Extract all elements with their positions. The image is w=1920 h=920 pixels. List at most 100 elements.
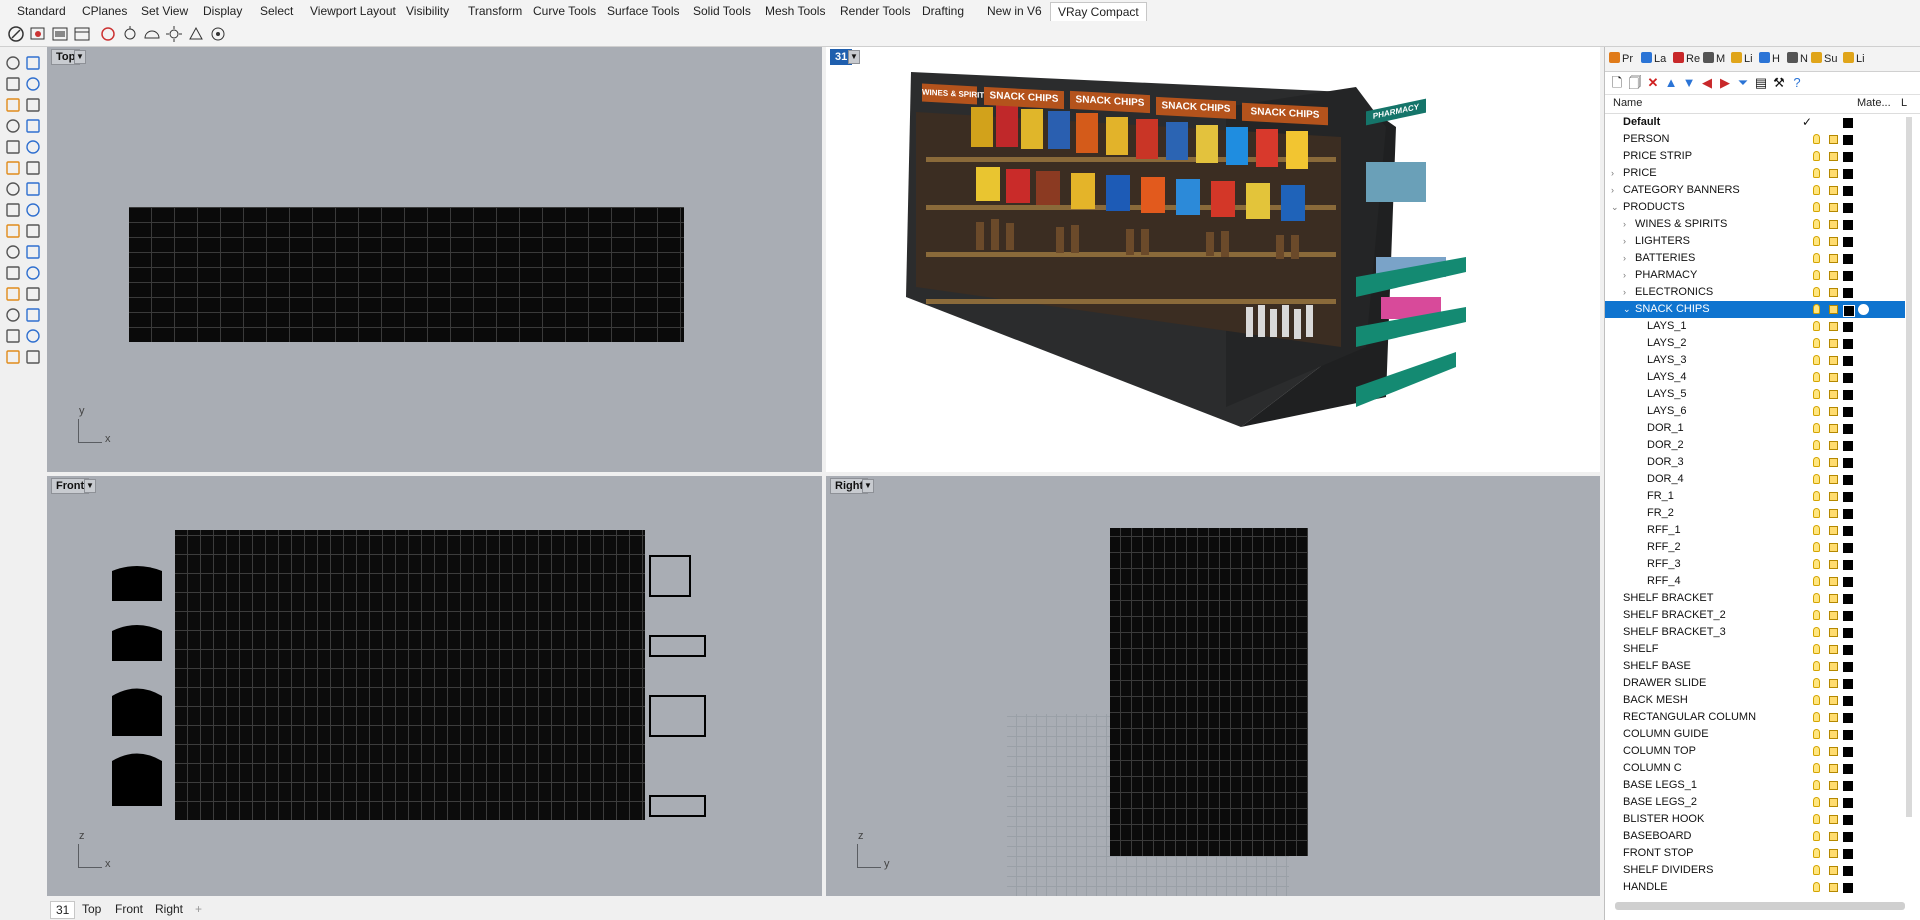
- lock-icon[interactable]: [1829, 883, 1838, 892]
- viewport-front[interactable]: Front ▼ z x: [47, 476, 822, 896]
- viewport-tab-31[interactable]: 31: [50, 901, 76, 919]
- surface-icon[interactable]: [5, 160, 21, 176]
- layer-row[interactable]: ⌄ SNACK CHIPS: [1605, 301, 1905, 318]
- visibility-bulb-icon[interactable]: [1813, 457, 1820, 467]
- lock-icon[interactable]: [1829, 815, 1838, 824]
- layer-color-swatch[interactable]: [1843, 492, 1853, 502]
- layer-states-icon[interactable]: ▤: [1753, 75, 1769, 91]
- layer-row[interactable]: SHELF BASE: [1605, 658, 1905, 675]
- layer-color-swatch[interactable]: [1843, 645, 1853, 655]
- layer-color-swatch[interactable]: [1843, 730, 1853, 740]
- layer-row[interactable]: LAYS_5: [1605, 386, 1905, 403]
- layer-row[interactable]: BACK MESH: [1605, 692, 1905, 709]
- extrude-icon[interactable]: [25, 160, 41, 176]
- move-up-icon[interactable]: ▲: [1663, 75, 1679, 91]
- viewport-tab-right[interactable]: Right: [150, 901, 188, 917]
- layer-row[interactable]: RECTANGULAR COLUMN: [1605, 709, 1905, 726]
- light-icon[interactable]: [121, 25, 139, 43]
- box-icon[interactable]: [5, 181, 21, 197]
- layer-row[interactable]: LAYS_2: [1605, 335, 1905, 352]
- lock-icon[interactable]: [1829, 679, 1838, 688]
- child-layer-icon[interactable]: ▶: [1717, 75, 1733, 91]
- layer-row[interactable]: RFF_3: [1605, 556, 1905, 573]
- visibility-bulb-icon[interactable]: [1813, 559, 1820, 569]
- layer-row[interactable]: ⌄ PRODUCTS: [1605, 199, 1905, 216]
- layer-color-swatch[interactable]: [1843, 628, 1853, 638]
- filter-icon[interactable]: ⏷: [1735, 75, 1751, 91]
- lock-icon[interactable]: [1829, 356, 1838, 365]
- lock-icon[interactable]: [1829, 203, 1838, 212]
- lock-icon[interactable]: [1829, 560, 1838, 569]
- lock-icon[interactable]: [1829, 543, 1838, 552]
- layer-color-swatch[interactable]: [1843, 883, 1853, 893]
- chevron-down-icon[interactable]: ▼: [862, 479, 874, 493]
- visibility-bulb-icon[interactable]: [1813, 440, 1820, 450]
- vertical-scrollbar[interactable]: [1906, 117, 1912, 817]
- panel-tab-2[interactable]: Re: [1673, 51, 1700, 67]
- layer-row[interactable]: BASE LEGS_2: [1605, 794, 1905, 811]
- visibility-bulb-icon[interactable]: [1813, 236, 1820, 246]
- layer-color-swatch[interactable]: [1843, 288, 1853, 298]
- visibility-bulb-icon[interactable]: [1813, 491, 1820, 501]
- lock-icon[interactable]: [1829, 407, 1838, 416]
- lock-icon[interactable]: [1829, 135, 1838, 144]
- layer-row[interactable]: PRICE STRIP: [1605, 148, 1905, 165]
- visibility-bulb-icon[interactable]: [1813, 814, 1820, 824]
- analyze-icon[interactable]: [5, 286, 21, 302]
- rectangle-select-icon[interactable]: [25, 76, 41, 92]
- layer-color-swatch[interactable]: [1843, 441, 1853, 451]
- visibility-bulb-icon[interactable]: [1813, 168, 1820, 178]
- lock-icon[interactable]: [1829, 713, 1838, 722]
- lock-icon[interactable]: [1829, 866, 1838, 875]
- layer-row[interactable]: LAYS_3: [1605, 352, 1905, 369]
- lock-icon[interactable]: [1829, 152, 1838, 161]
- ribbon-tab-select[interactable]: Select: [253, 2, 300, 20]
- lock-icon[interactable]: [1829, 509, 1838, 518]
- layer-row[interactable]: FR_1: [1605, 488, 1905, 505]
- visibility-bulb-icon[interactable]: [1813, 661, 1820, 671]
- lock-icon[interactable]: [1829, 305, 1838, 314]
- layer-row[interactable]: › PRICE: [1605, 165, 1905, 182]
- new-layer-icon[interactable]: 🗋: [1609, 75, 1625, 91]
- move-down-icon[interactable]: ▼: [1681, 75, 1697, 91]
- lock-icon[interactable]: [1829, 339, 1838, 348]
- layer-color-swatch[interactable]: [1843, 866, 1853, 876]
- transform-icon[interactable]: [5, 223, 21, 239]
- layer-row[interactable]: BLISTER HOOK: [1605, 811, 1905, 828]
- layer-color-swatch[interactable]: [1843, 305, 1855, 317]
- asset-editor-icon[interactable]: [73, 25, 91, 43]
- layer-row[interactable]: › LIGHTERS: [1605, 233, 1905, 250]
- layer-row[interactable]: LAYS_4: [1605, 369, 1905, 386]
- layer-color-swatch[interactable]: [1843, 611, 1853, 621]
- visibility-bulb-icon[interactable]: [1813, 389, 1820, 399]
- layer-row[interactable]: FR_2: [1605, 505, 1905, 522]
- viewport-top[interactable]: Top ▼ y x: [47, 47, 822, 472]
- visibility-bulb-icon[interactable]: [1813, 406, 1820, 416]
- parent-layer-icon[interactable]: ◀: [1699, 75, 1715, 91]
- layer-color-swatch[interactable]: [1843, 373, 1853, 383]
- point-icon[interactable]: [25, 55, 41, 71]
- lock-icon[interactable]: [1829, 186, 1838, 195]
- ribbon-tab-set-view[interactable]: Set View: [134, 2, 195, 20]
- ribbon-tab-vray-compact[interactable]: VRay Compact: [1050, 2, 1147, 21]
- layer-color-swatch[interactable]: [1843, 747, 1853, 757]
- delete-layer-icon[interactable]: ✕: [1645, 75, 1661, 91]
- edit-icon[interactable]: [25, 349, 41, 365]
- viewport-right[interactable]: Right ▼ z y: [826, 476, 1600, 896]
- layer-color-swatch[interactable]: [1843, 152, 1853, 162]
- visibility-bulb-icon[interactable]: [1813, 865, 1820, 875]
- lock-icon[interactable]: [1829, 832, 1838, 841]
- lock-icon[interactable]: [1829, 390, 1838, 399]
- layer-color-swatch[interactable]: [1843, 169, 1853, 179]
- lock-icon[interactable]: [1829, 781, 1838, 790]
- array-icon[interactable]: [25, 223, 41, 239]
- layer-row[interactable]: SHELF BRACKET: [1605, 590, 1905, 607]
- dimension-icon[interactable]: [25, 265, 41, 281]
- viewport-tab-front[interactable]: Front: [110, 901, 148, 917]
- layer-color-swatch[interactable]: [1843, 458, 1853, 468]
- select-icon[interactable]: [5, 55, 21, 71]
- fillet-icon[interactable]: [25, 139, 41, 155]
- visibility-bulb-icon[interactable]: [1813, 593, 1820, 603]
- ribbon-tab-cplanes[interactable]: CPlanes: [75, 2, 134, 20]
- panel-tab-5[interactable]: H: [1759, 51, 1780, 67]
